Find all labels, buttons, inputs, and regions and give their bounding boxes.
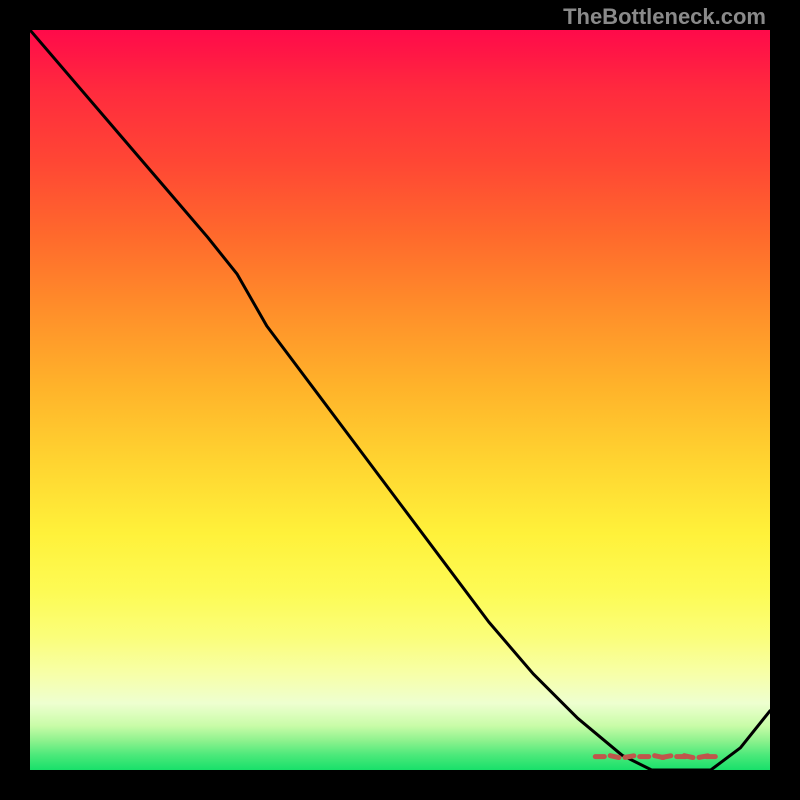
marker-dash [625,756,634,758]
chart-frame [30,30,770,770]
red-dash-cluster [595,756,715,758]
marker-dash [610,756,619,758]
marker-dash [684,756,693,758]
bottleneck-curve [30,30,770,770]
chart-overlay [30,30,770,770]
marker-dash [662,756,671,758]
watermark-text: TheBottleneck.com [563,4,766,30]
